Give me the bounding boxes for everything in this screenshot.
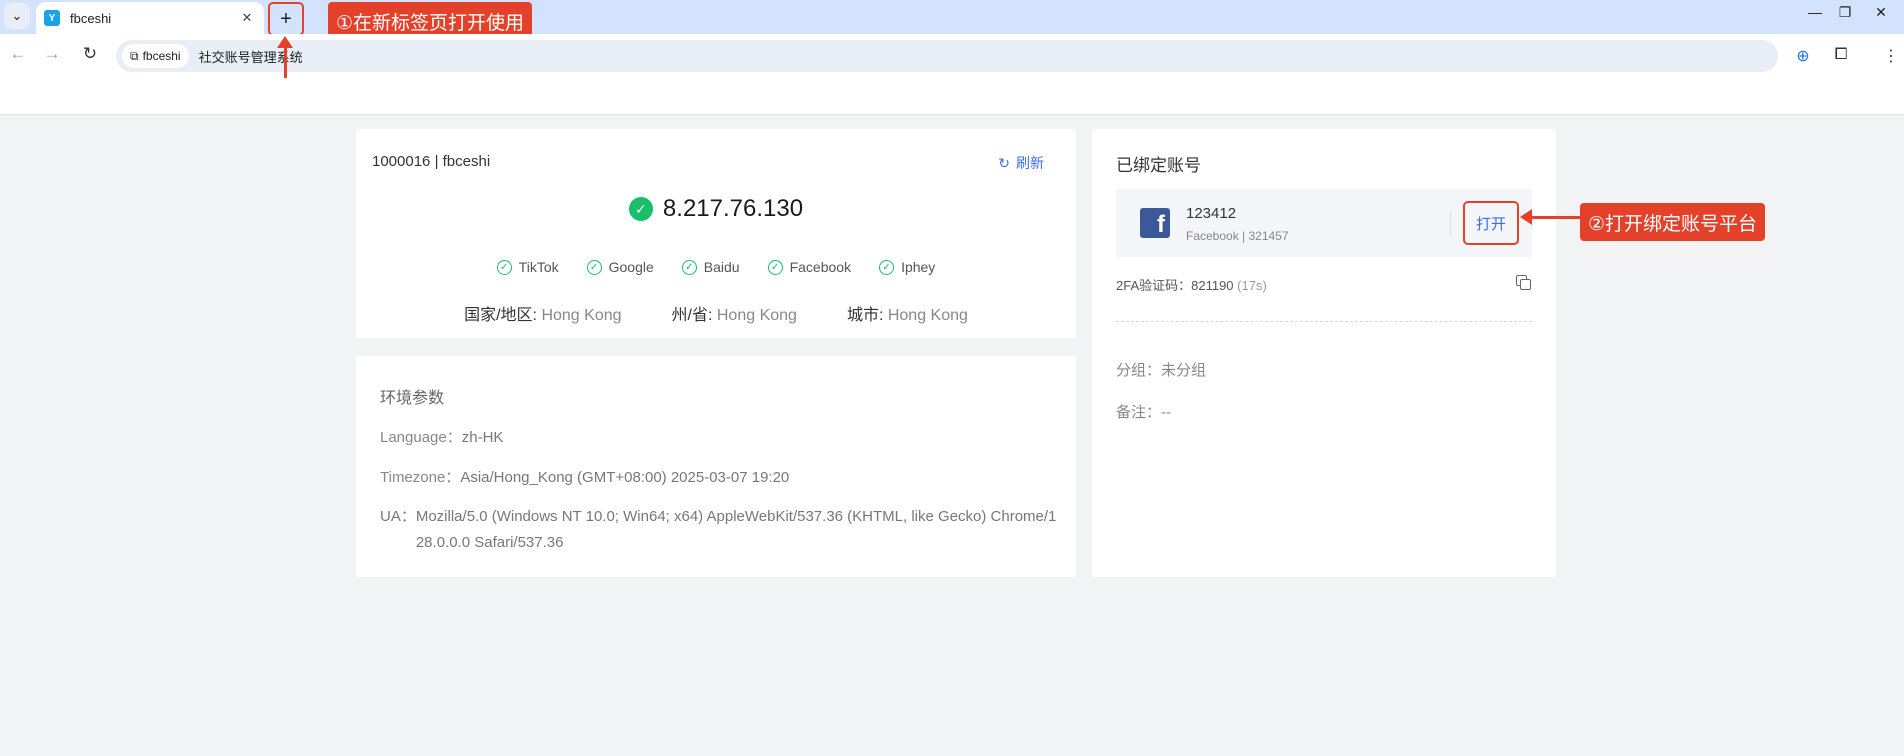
site-favicon-icon: Y xyxy=(44,10,60,26)
geo-city: 城市: Hong Kong xyxy=(846,307,968,324)
ip-info-panel: 1000016 | fbceshi ↻ 刷新 ✓ 8.217.76.130 ✓ Ti… xyxy=(356,129,1076,338)
remark-info: 备注：-- xyxy=(1116,404,1172,421)
env-params-panel: 环境参数 Language：zh-HK Timezone：Asia/Hong_K… xyxy=(356,356,1076,577)
facebook-icon: f xyxy=(1140,208,1170,238)
check-icon: ✓ xyxy=(767,259,783,275)
restore-button[interactable]: ❐ xyxy=(1828,4,1862,21)
account-name: 123412 xyxy=(1186,205,1237,222)
close-window-button[interactable]: ✕ xyxy=(1864,4,1898,21)
site-info-chip[interactable]: ⧉ fbceshi xyxy=(122,44,189,68)
minimize-button[interactable]: — xyxy=(1798,4,1832,20)
platform-checks: ✓ TikTok ✓ Google ✓ Baidu ✓ Facebook ✓ Iphey xyxy=(356,259,1076,275)
bound-account-panel: 已绑定账号 f 123412 Facebook | 321457 打开 2FA验… xyxy=(1092,129,1556,577)
annotation-callout-open-account: ②打开绑定账号平台 xyxy=(1580,203,1766,241)
dashed-divider xyxy=(1116,321,1532,322)
check-label: Iphey xyxy=(901,259,936,275)
check-item: ✓ Google xyxy=(586,259,654,275)
page-url: 社交账号管理系统 xyxy=(198,49,303,65)
reload-icon[interactable]: ↻ xyxy=(78,44,102,64)
check-label: Baidu xyxy=(703,259,740,275)
refresh-button[interactable]: ↻ 刷新 xyxy=(998,153,1044,173)
copy-icon[interactable] xyxy=(1516,275,1531,290)
chevron-down-icon: ⌄ xyxy=(11,8,23,23)
globe-icon[interactable]: ⊕ xyxy=(1792,46,1814,66)
env-timezone: Timezone：Asia/Hong_Kong (GMT+08:00) 2025… xyxy=(380,469,790,486)
site-settings-icon: ⧉ xyxy=(130,48,139,63)
browser-tab-bar: ⌄ Y fbceshi ✕ + ①在新标签页打开使用 — ❐ ✕ xyxy=(0,0,1904,40)
menu-icon[interactable]: ⋮ xyxy=(1880,46,1902,66)
group-info: 分组：未分组 xyxy=(1116,362,1207,379)
open-account-button[interactable]: 打开 xyxy=(1463,201,1519,245)
address-bar[interactable]: ⧉ fbceshi 社交账号管理系统 xyxy=(116,40,1778,72)
geo-info: 国家/地区: Hong Kong 州/省: Hong Kong 城市: Hong… xyxy=(356,301,1076,325)
ip-row: ✓ 8.217.76.130 xyxy=(356,195,1076,223)
check-icon: ✓ xyxy=(586,259,602,275)
check-item: ✓ Baidu xyxy=(681,259,740,275)
check-item: ✓ TikTok xyxy=(496,259,559,275)
tab-list-button[interactable]: ⌄ xyxy=(4,3,30,29)
annotation-arrow-left xyxy=(1520,209,1580,225)
account-platform: Facebook | 321457 xyxy=(1186,229,1289,243)
check-label: Google xyxy=(608,259,654,275)
check-label: TikTok xyxy=(518,259,559,275)
ip-address: 8.217.76.130 xyxy=(662,195,804,222)
check-icon: ✓ xyxy=(681,259,697,275)
bound-account-title: 已绑定账号 xyxy=(1116,156,1201,175)
back-icon[interactable]: ← xyxy=(6,44,30,64)
env-user-agent: UA： Mozilla/5.0 (Windows NT 10.0; Win64; … xyxy=(380,508,1057,551)
geo-country: 国家/地区: Hong Kong xyxy=(464,307,622,324)
plus-icon: + xyxy=(280,7,292,30)
env-title: 环境参数 xyxy=(380,390,445,407)
refresh-icon: ↻ xyxy=(998,154,1010,171)
close-tab-icon[interactable]: ✕ xyxy=(238,10,256,26)
env-language: Language：zh-HK xyxy=(380,429,504,446)
check-item: ✓ Facebook xyxy=(767,259,852,275)
divider xyxy=(1450,211,1451,235)
refresh-label: 刷新 xyxy=(1016,155,1044,171)
page-header-strip xyxy=(0,78,1904,115)
check-icon: ✓ xyxy=(879,259,895,275)
forward-icon[interactable]: → xyxy=(40,44,64,64)
check-circle-icon: ✓ xyxy=(628,197,653,221)
tab-title: fbceshi xyxy=(70,10,112,26)
geo-state: 州/省: Hong Kong xyxy=(671,307,797,324)
new-tab-button[interactable]: + xyxy=(268,2,304,36)
site-chip-label: fbceshi xyxy=(142,49,181,63)
check-label: Facebook xyxy=(789,259,852,275)
account-id: 1000016 | fbceshi xyxy=(372,153,491,170)
account-card: f 123412 Facebook | 321457 打开 xyxy=(1116,189,1532,257)
browser-tab[interactable]: Y fbceshi ✕ xyxy=(36,2,264,34)
check-icon: ✓ xyxy=(496,259,512,275)
extensions-icon[interactable]: ⧠ xyxy=(1830,46,1852,64)
twofa-code: 2FA验证码：821190 (17s) xyxy=(1116,278,1267,293)
check-item: ✓ Iphey xyxy=(879,259,935,275)
